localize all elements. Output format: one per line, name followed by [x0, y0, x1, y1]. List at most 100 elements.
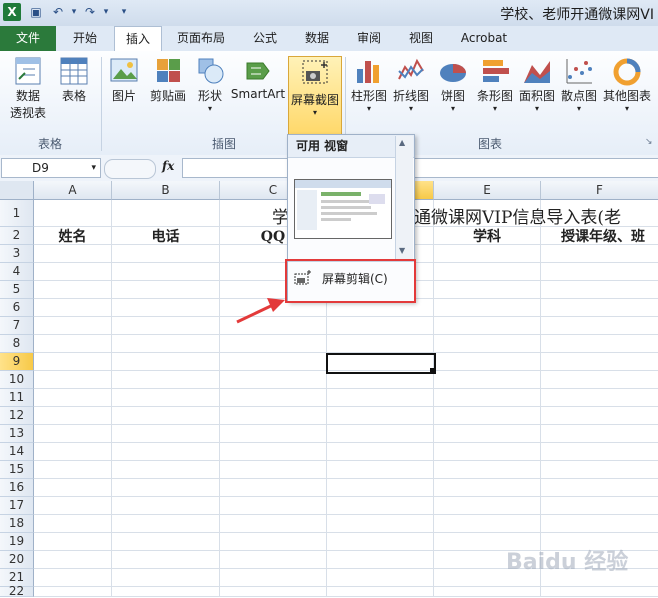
scroll-up-icon[interactable]: ▲ — [399, 138, 405, 147]
row-header[interactable]: 9 — [0, 353, 34, 371]
row-gridline — [34, 460, 658, 461]
table-button[interactable]: 表格 — [56, 55, 92, 104]
tab-review[interactable]: 审阅 — [344, 26, 394, 51]
row-header[interactable]: 22 — [0, 585, 34, 597]
row-header[interactable]: 15 — [0, 461, 34, 479]
pivot-table-label-2: 透视表 — [9, 106, 46, 120]
scatter-chart-button[interactable]: 散点图 ▾ — [558, 55, 600, 113]
redo-icon[interactable]: ↷ — [82, 4, 98, 20]
row-header[interactable]: 10 — [0, 371, 34, 389]
tab-page-layout[interactable]: 页面布局 — [166, 26, 236, 51]
other-charts-button[interactable]: 其他图表 ▾ — [600, 55, 654, 113]
row-header[interactable]: 12 — [0, 407, 34, 425]
name-box[interactable]: D9 ▾ — [1, 158, 101, 178]
bar-chart-dropdown-icon: ▾ — [492, 104, 497, 113]
column-header-e[interactable]: E — [434, 181, 541, 200]
line-chart-button[interactable]: 折线图 ▾ — [390, 55, 432, 113]
baidu-watermark: Baidu 经验 — [506, 550, 629, 575]
column-header-f[interactable]: F — [541, 181, 658, 200]
other-charts-label: 其他图表 — [602, 89, 651, 103]
row-header[interactable]: 17 — [0, 497, 34, 515]
row-header[interactable]: 3 — [0, 245, 34, 263]
scroll-down-icon[interactable]: ▼ — [399, 246, 405, 255]
row-gridline — [34, 316, 658, 317]
scatter-chart-label: 散点图 — [560, 89, 597, 103]
row-header[interactable]: 1 — [0, 200, 34, 227]
column-gridline — [433, 200, 434, 597]
scatter-chart-dropdown-icon: ▾ — [576, 104, 581, 113]
column-chart-button[interactable]: 柱形图 ▾ — [348, 55, 390, 113]
smartart-button[interactable]: SmartArt — [230, 55, 286, 101]
row-header[interactable]: 6 — [0, 299, 34, 317]
table-label: 表格 — [61, 89, 86, 103]
redo-dropdown-icon[interactable]: ▾ — [98, 4, 114, 20]
tab-data[interactable]: 数据 — [292, 26, 342, 51]
title-bar: X ▣ ↶ ▾ ↷ ▾ ▾ 学校、老师开通微课网VI — [0, 0, 658, 26]
row-header[interactable]: 19 — [0, 533, 34, 551]
tab-home[interactable]: 开始 — [60, 26, 110, 51]
smartart-icon — [246, 62, 270, 80]
formula-bar-resize-handle[interactable] — [104, 159, 156, 179]
screenshot-dropdown-icon: ▾ — [312, 108, 317, 117]
tab-acrobat[interactable]: Acrobat — [452, 26, 516, 51]
sheet-title-right: 通微课网VIP信息导入表(老 — [414, 208, 622, 228]
tab-formulas[interactable]: 公式 — [240, 26, 290, 51]
tab-insert[interactable]: 插入 — [114, 26, 162, 53]
fill-handle[interactable] — [430, 368, 435, 373]
row-header[interactable]: 5 — [0, 281, 34, 299]
insert-function-icon[interactable]: fx — [162, 159, 174, 173]
row-header[interactable]: 20 — [0, 551, 34, 569]
row-header[interactable]: 8 — [0, 335, 34, 353]
other-charts-icon — [613, 58, 641, 86]
formula-input[interactable] — [182, 158, 658, 178]
area-chart-label: 面积图 — [518, 89, 555, 103]
thumbnail-scrollbar[interactable]: ▲ ▼ — [395, 136, 413, 260]
clipart-label: 剪贴画 — [149, 89, 186, 103]
picture-icon — [110, 58, 138, 82]
area-chart-icon — [524, 61, 550, 83]
save-icon[interactable]: ▣ — [28, 4, 44, 20]
select-all-corner[interactable] — [0, 181, 34, 200]
row-header[interactable]: 11 — [0, 389, 34, 407]
window-thumbnail[interactable] — [294, 179, 392, 239]
row-header[interactable]: 7 — [0, 317, 34, 335]
group-separator — [101, 57, 102, 151]
pivot-table-button[interactable]: 数据 透视表 — [4, 55, 52, 121]
pivot-table-label-1: 数据 — [15, 89, 40, 103]
picture-button[interactable]: 图片 — [106, 55, 142, 104]
row-header[interactable]: 2 — [0, 227, 34, 245]
name-box-dropdown-icon[interactable]: ▾ — [91, 159, 96, 177]
clipart-button[interactable]: 剪贴画 — [146, 55, 190, 104]
row-header[interactable]: 18 — [0, 515, 34, 533]
area-chart-button[interactable]: 面积图 ▾ — [516, 55, 558, 113]
excel-logo-icon: X — [3, 3, 21, 21]
column-header-a[interactable]: A — [34, 181, 112, 200]
bar-chart-button[interactable]: 条形图 ▾ — [474, 55, 516, 113]
undo-dropdown-icon[interactable]: ▾ — [66, 4, 82, 20]
shapes-icon — [198, 58, 224, 84]
tab-view[interactable]: 视图 — [396, 26, 446, 51]
row-header[interactable]: 4 — [0, 263, 34, 281]
row-header[interactable]: 16 — [0, 479, 34, 497]
row-gridline — [34, 496, 658, 497]
customize-qat-icon[interactable]: ▾ — [116, 4, 132, 20]
row-gridline — [34, 388, 658, 389]
tab-file[interactable]: 文件 — [0, 26, 56, 51]
shapes-button[interactable]: 形状 ▾ — [192, 55, 228, 113]
pivot-table-icon — [15, 57, 41, 85]
screenshot-button[interactable]: 屏幕截图 ▾ — [288, 56, 342, 136]
row-gridline — [34, 532, 658, 533]
column-header-b[interactable]: B — [112, 181, 220, 200]
group-label-tables: 表格 — [37, 137, 62, 151]
dialog-launcher-icon[interactable]: ↘ — [645, 137, 653, 147]
selected-cell-d9[interactable] — [326, 353, 436, 374]
row-gridline — [34, 514, 658, 515]
column-chart-label: 柱形图 — [350, 89, 387, 103]
pie-chart-button[interactable]: 饼图 ▾ — [434, 55, 472, 113]
shapes-label: 形状 — [197, 89, 222, 103]
row-header[interactable]: 14 — [0, 443, 34, 461]
pie-chart-icon — [440, 64, 466, 82]
row-header[interactable]: 13 — [0, 425, 34, 443]
row-gridline — [34, 334, 658, 335]
undo-icon[interactable]: ↶ — [50, 4, 66, 20]
